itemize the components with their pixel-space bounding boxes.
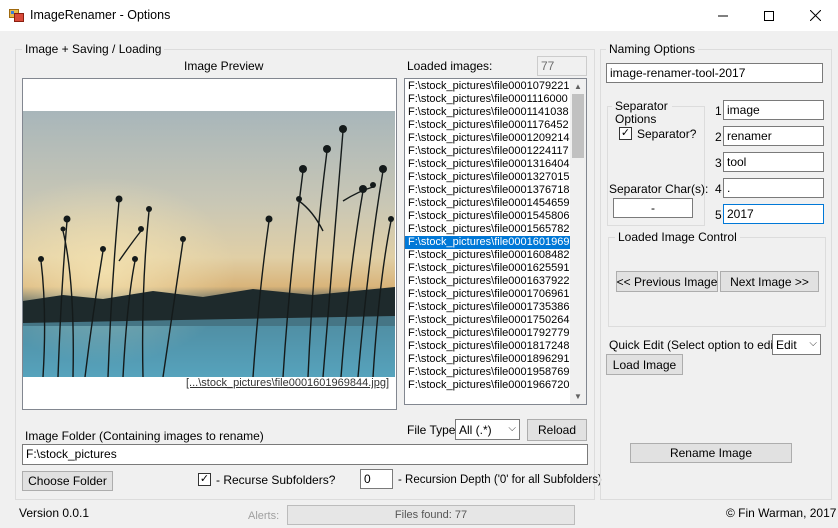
part-number-label: 4	[715, 182, 722, 196]
image-preview-label: Image Preview	[184, 59, 264, 73]
image-folder-field[interactable]: F:\stock_pictures	[22, 444, 588, 465]
list-item[interactable]: F:\stock_pictures\file0001792779	[405, 327, 571, 340]
version-label: Version 0.0.1	[19, 506, 90, 520]
list-item[interactable]: F:\stock_pictures\file0001896291	[405, 353, 571, 366]
name-part-field[interactable]: image	[723, 100, 824, 120]
copyright-label: © Fin Warman, 2017	[726, 506, 837, 520]
quick-edit-select[interactable]: Edit ⌵	[772, 334, 821, 355]
separator-options-title: Separator Options	[612, 100, 672, 126]
list-item[interactable]: F:\stock_pictures\file0001958769	[405, 366, 571, 379]
previous-image-button[interactable]: << Previous Image	[616, 271, 718, 292]
naming-preview-field[interactable]: image-renamer-tool-2017	[606, 63, 823, 83]
part-number-label: 3	[715, 156, 722, 170]
list-item[interactable]: F:\stock_pictures\file0001079221	[405, 80, 571, 93]
list-item[interactable]: F:\stock_pictures\file0001608482	[405, 249, 571, 262]
maximize-button[interactable]	[746, 0, 792, 31]
status-field: Files found: 77	[287, 505, 575, 525]
list-item[interactable]: F:\stock_pictures\file0001966720	[405, 379, 571, 392]
loaded-image-control-title: Loaded Image Control	[615, 230, 740, 244]
image-folder-label: Image Folder (Containing images to renam…	[25, 429, 264, 443]
file-type-value: All (.*)	[459, 422, 492, 437]
alerts-label: Alerts:	[248, 510, 280, 522]
load-image-button[interactable]: Load Image	[606, 354, 683, 375]
loaded-images-label: Loaded images:	[407, 59, 493, 73]
separator-checkbox-label: Separator?	[637, 127, 697, 141]
choose-folder-button[interactable]: Choose Folder	[22, 471, 113, 491]
list-item[interactable]: F:\stock_pictures\file0001601969	[405, 236, 571, 249]
scroll-down-arrow-icon[interactable]: ▼	[570, 389, 586, 404]
window-title: ImageRenamer - Options	[30, 8, 171, 22]
loaded-count-field: 77	[537, 56, 587, 76]
list-scrollbar[interactable]: ▲ ▼	[570, 79, 586, 404]
app-icon	[9, 8, 24, 23]
close-button[interactable]	[792, 0, 838, 31]
name-part-field[interactable]: .	[723, 178, 824, 198]
quick-edit-label: Quick Edit (Select option to edit):	[609, 338, 784, 352]
list-item[interactable]: F:\stock_pictures\file0001116000	[405, 93, 571, 106]
separator-checkbox[interactable]: ✓	[619, 127, 632, 140]
name-part-field[interactable]: tool	[723, 152, 824, 172]
part-number-label: 2	[715, 130, 722, 144]
chevron-down-icon: ⌵	[508, 423, 516, 434]
chevron-down-icon: ⌵	[809, 338, 817, 349]
list-item[interactable]: F:\stock_pictures\file0001224117	[405, 145, 571, 158]
list-item[interactable]: F:\stock_pictures\file0001750264	[405, 314, 571, 327]
list-item[interactable]: F:\stock_pictures\file0001625591	[405, 262, 571, 275]
file-type-label: File Type:	[407, 423, 459, 437]
reload-button[interactable]: Reload	[527, 419, 587, 441]
list-item[interactable]: F:\stock_pictures\file0001327015	[405, 171, 571, 184]
next-image-button[interactable]: Next Image >>	[720, 271, 819, 292]
list-item[interactable]: F:\stock_pictures\file0001817248	[405, 340, 571, 353]
recurse-subfolders-label: - Recurse Subfolders?	[216, 473, 336, 487]
close-icon	[809, 10, 821, 21]
name-part-field[interactable]: renamer	[723, 126, 824, 146]
scroll-up-arrow-icon[interactable]: ▲	[570, 79, 586, 94]
list-item[interactable]: F:\stock_pictures\file0001176452	[405, 119, 571, 132]
list-item[interactable]: F:\stock_pictures\file0001454659	[405, 197, 571, 210]
recursion-depth-label: - Recursion Depth ('0' for all Subfolder…	[398, 474, 602, 486]
loaded-images-list[interactable]: F:\stock_pictures\file0001079221 F:\stock…	[404, 78, 587, 405]
file-type-select[interactable]: All (.*) ⌵	[455, 419, 520, 440]
scroll-thumb[interactable]	[572, 94, 584, 158]
separator-char-label: Separator Char(s):	[609, 182, 709, 196]
part-number-label: 5	[715, 208, 722, 222]
list-item[interactable]: F:\stock_pictures\file0001376718	[405, 184, 571, 197]
part-number-label: 1	[715, 104, 722, 118]
list-item[interactable]: F:\stock_pictures\file0001637922	[405, 275, 571, 288]
list-item[interactable]: F:\stock_pictures\file0001735386	[405, 301, 571, 314]
image-saving-loading-title: Image + Saving / Loading	[22, 42, 165, 56]
maximize-icon	[764, 10, 774, 21]
list-item[interactable]: F:\stock_pictures\file0001316404	[405, 158, 571, 171]
list-item[interactable]: F:\stock_pictures\file0001565782	[405, 223, 571, 236]
preview-photo	[23, 111, 395, 377]
rename-image-button[interactable]: Rename Image	[630, 443, 792, 463]
name-part-field[interactable]: 2017	[723, 204, 824, 224]
list-item[interactable]: F:\stock_pictures\file0001706961	[405, 288, 571, 301]
recursion-depth-field[interactable]: 0	[360, 469, 393, 489]
preview-filename-link[interactable]: [...\stock_pictures\file0001601969844.jp…	[186, 377, 389, 389]
image-preview	[23, 111, 395, 377]
list-item[interactable]: F:\stock_pictures\file0001141038	[405, 106, 571, 119]
minimize-icon	[718, 15, 728, 16]
minimize-button[interactable]	[700, 0, 746, 31]
list-item[interactable]: F:\stock_pictures\file0001545806	[405, 210, 571, 223]
naming-options-title: Naming Options	[606, 42, 699, 56]
recurse-subfolders-checkbox[interactable]: ✓	[198, 473, 211, 486]
list-item[interactable]: F:\stock_pictures\file0001209214	[405, 132, 571, 145]
quick-edit-value: Edit	[776, 337, 797, 352]
separator-char-field[interactable]: -	[613, 198, 693, 218]
